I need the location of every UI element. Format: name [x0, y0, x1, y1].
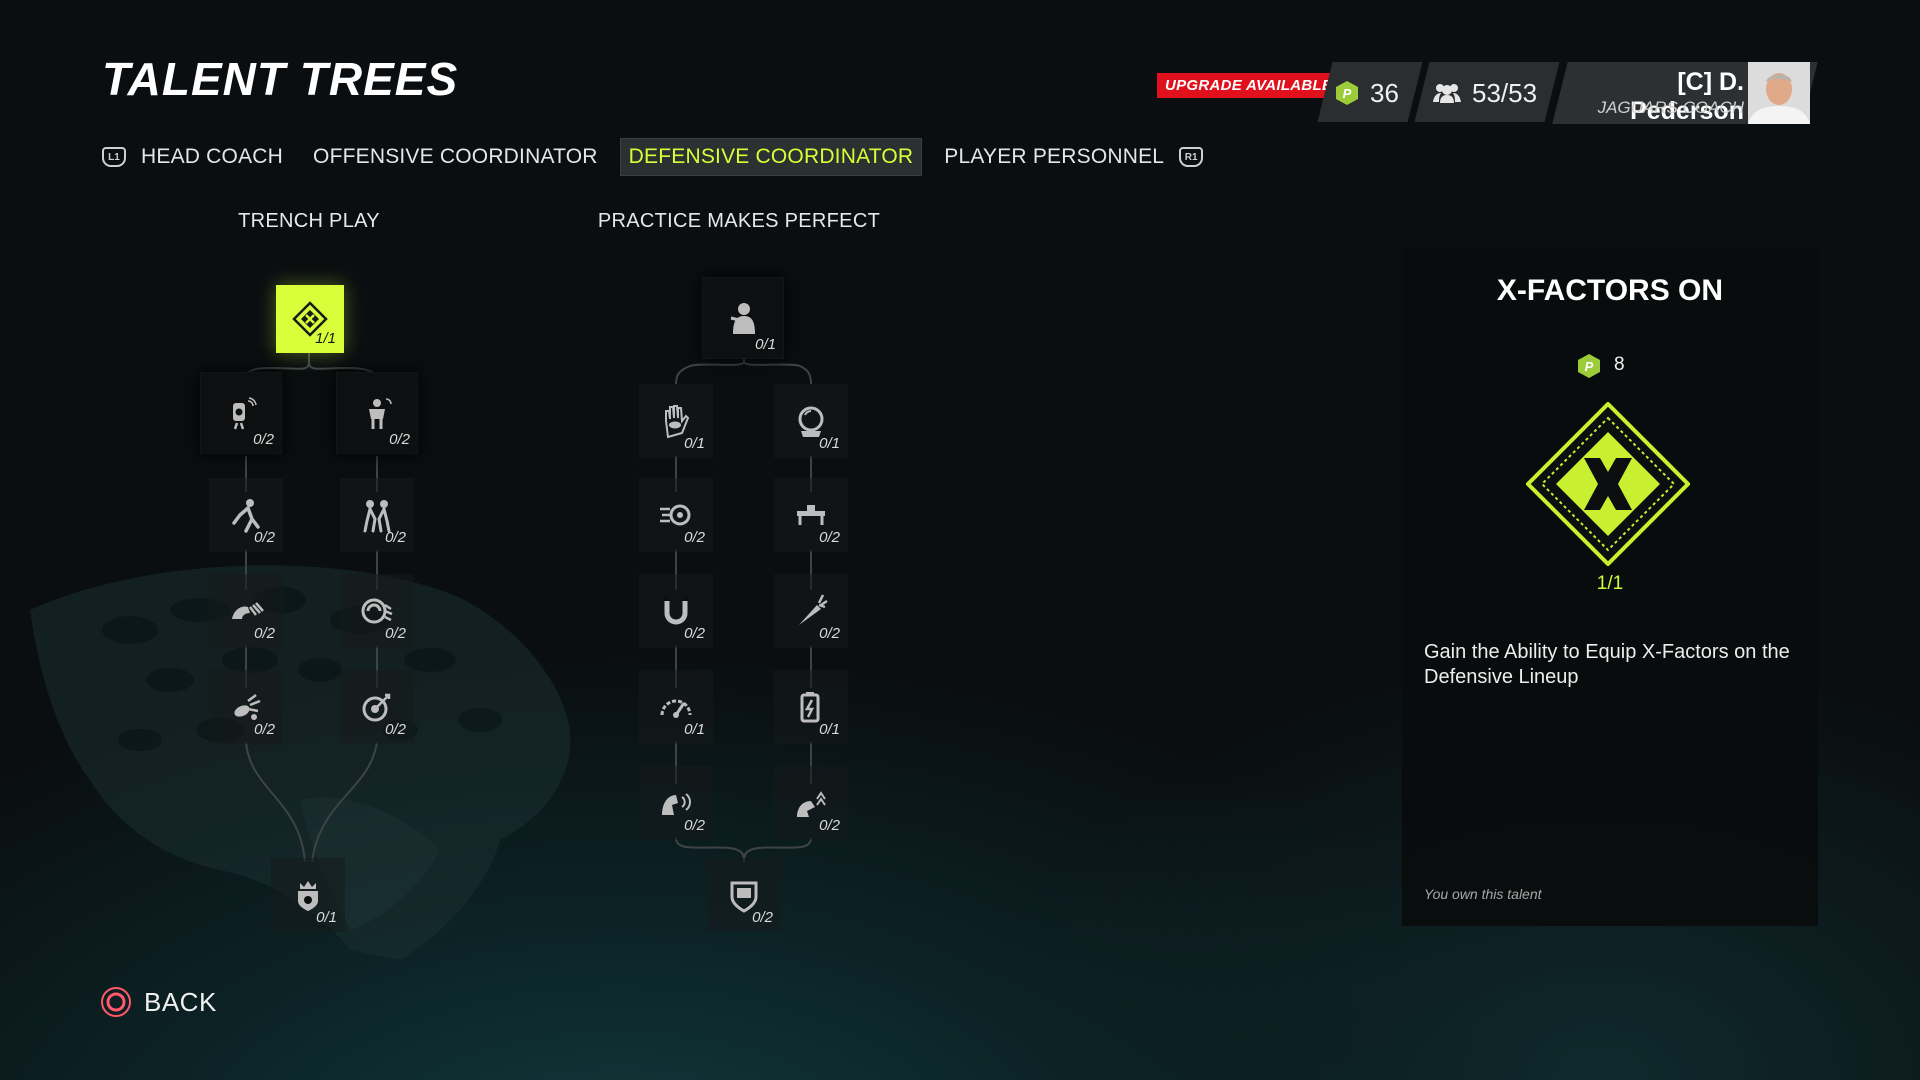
talent-rank: 0/2	[385, 625, 406, 642]
battery-icon	[800, 692, 820, 723]
talent-rank: 1/1	[315, 330, 336, 347]
talent-rank: 0/1	[819, 435, 840, 452]
talent-rank: 0/2	[684, 625, 705, 642]
coach-avatar	[1748, 62, 1810, 124]
talent-detail-title: X-FACTORS ON	[1496, 274, 1724, 307]
talent-rank: 0/2	[684, 529, 705, 546]
svg-text:P: P	[1585, 359, 1594, 374]
talent-node[interactable]: 0/2	[340, 574, 414, 648]
talent-node[interactable]: 0/2	[707, 858, 781, 932]
magnet-icon	[664, 596, 688, 625]
talent-node[interactable]: 0/2	[639, 766, 713, 840]
talent-node[interactable]: 0/1	[774, 670, 848, 744]
x-factor-large-icon	[1526, 402, 1690, 566]
staff-group-icon	[1433, 84, 1461, 103]
talent-node[interactable]: 0/1	[639, 670, 713, 744]
talent-node[interactable]: 0/1	[702, 277, 784, 359]
back-button[interactable]: BACK	[100, 986, 217, 1018]
talent-rank: 0/2	[254, 625, 275, 642]
back-label: BACK	[144, 986, 217, 1017]
talent-rank: 0/1	[819, 721, 840, 738]
speedometer-icon	[660, 699, 692, 718]
r1-bumper-icon[interactable]: R1	[1179, 147, 1204, 167]
staff-points-value: 53/53	[1472, 78, 1538, 108]
talent-rank: 0/2	[819, 817, 840, 834]
talent-rank: 0/2	[385, 721, 406, 738]
talent-node[interactable]: 0/2	[209, 478, 283, 552]
talent-node[interactable]: 0/2	[200, 372, 282, 454]
talent-rank: 0/2	[254, 529, 275, 546]
player-icon	[730, 303, 755, 334]
l1-bumper-icon[interactable]: L1	[102, 147, 126, 167]
talent-owned-note: You own this talent	[1424, 886, 1542, 902]
strip-ball-icon	[234, 694, 261, 720]
finesse-move-icon	[361, 598, 393, 624]
carrot-icon	[799, 594, 828, 625]
talent-detail-description: Gain the Ability to Equip X-Factors on t…	[1424, 641, 1790, 688]
shield-badge-icon	[730, 881, 758, 913]
coach-role: JAGUARS COACH	[1597, 98, 1744, 117]
tree-title-practice-makes-perfect: PRACTICE MAKES PERFECT	[597, 210, 881, 232]
circle-button-icon	[101, 987, 131, 1017]
talent-rank: 0/2	[819, 625, 840, 642]
run-stopper-icon	[369, 398, 392, 429]
tackle-icon	[232, 499, 260, 533]
power-move-icon	[232, 602, 264, 619]
talent-node[interactable]: 0/2	[336, 372, 418, 454]
talent-node[interactable]: 0/2	[639, 574, 713, 648]
svg-text:P: P	[1343, 86, 1352, 101]
talent-node[interactable]: 0/2	[639, 478, 713, 552]
talent-node[interactable]: 0/1	[639, 384, 713, 458]
talent-rank: 0/2	[819, 529, 840, 546]
talent-point-icon: P	[1578, 354, 1600, 378]
talent-rank: 0/2	[389, 431, 410, 448]
bench-icon	[797, 505, 825, 525]
talent-rank: 0/1	[684, 435, 705, 452]
upgrade-available-badge[interactable]: UPGRADE AVAILABLE	[1157, 73, 1341, 98]
talent-rank: 0/1	[316, 909, 337, 926]
talent-rank: 0/1	[684, 721, 705, 738]
speed-wheel-icon	[660, 504, 691, 526]
tab-bar: L1 HEAD COACH OFFENSIVE COORDINATOR DEFE…	[102, 138, 1204, 176]
tab-head-coach[interactable]: HEAD COACH	[133, 139, 291, 175]
talent-node[interactable]: 0/2	[209, 670, 283, 744]
talent-rank: 0/1	[755, 336, 776, 353]
talent-node[interactable]: 0/1	[271, 858, 345, 932]
talent-detail-cost: 8	[1614, 354, 1625, 375]
talent-node[interactable]: 0/2	[340, 478, 414, 552]
tab-player-personnel[interactable]: PLAYER PERSONNEL	[936, 139, 1172, 175]
talent-rank: 0/2	[684, 817, 705, 834]
page-title: TALENT TREES	[102, 53, 459, 105]
talent-node[interactable]: 0/1	[774, 384, 848, 458]
shout-icon	[662, 793, 691, 815]
talent-node[interactable]: 0/2	[774, 766, 848, 840]
tab-offensive-coordinator[interactable]: OFFENSIVE COORDINATOR	[305, 139, 606, 175]
tab-defensive-coordinator[interactable]: DEFENSIVE COORDINATOR	[619, 138, 923, 176]
talent-rank: 0/2	[385, 529, 406, 546]
talent-point-icon: P	[1336, 81, 1358, 105]
pass-rusher-icon	[233, 397, 257, 430]
talent-rank: 0/2	[752, 909, 773, 926]
talent-node-x-factors-on[interactable]: 1/1	[276, 285, 344, 353]
tree-title-trench-play: TRENCH PLAY	[238, 210, 380, 232]
crystal-ball-icon	[798, 406, 824, 437]
talent-node[interactable]: 0/2	[209, 574, 283, 648]
talent-rank: 0/2	[254, 721, 275, 738]
talent-rank: 0/2	[253, 431, 274, 448]
crown-badge-icon	[298, 881, 318, 911]
block-shed-icon	[363, 500, 391, 533]
talent-points-value: 36	[1370, 78, 1399, 108]
talent-detail-rank: 1/1	[1596, 573, 1624, 594]
boost-icon	[797, 791, 826, 817]
hand-eye-icon	[665, 405, 690, 439]
talent-node[interactable]: 0/2	[340, 670, 414, 744]
talent-node[interactable]: 0/2	[774, 574, 848, 648]
talent-node[interactable]: 0/2	[774, 478, 848, 552]
target-icon	[362, 693, 391, 722]
